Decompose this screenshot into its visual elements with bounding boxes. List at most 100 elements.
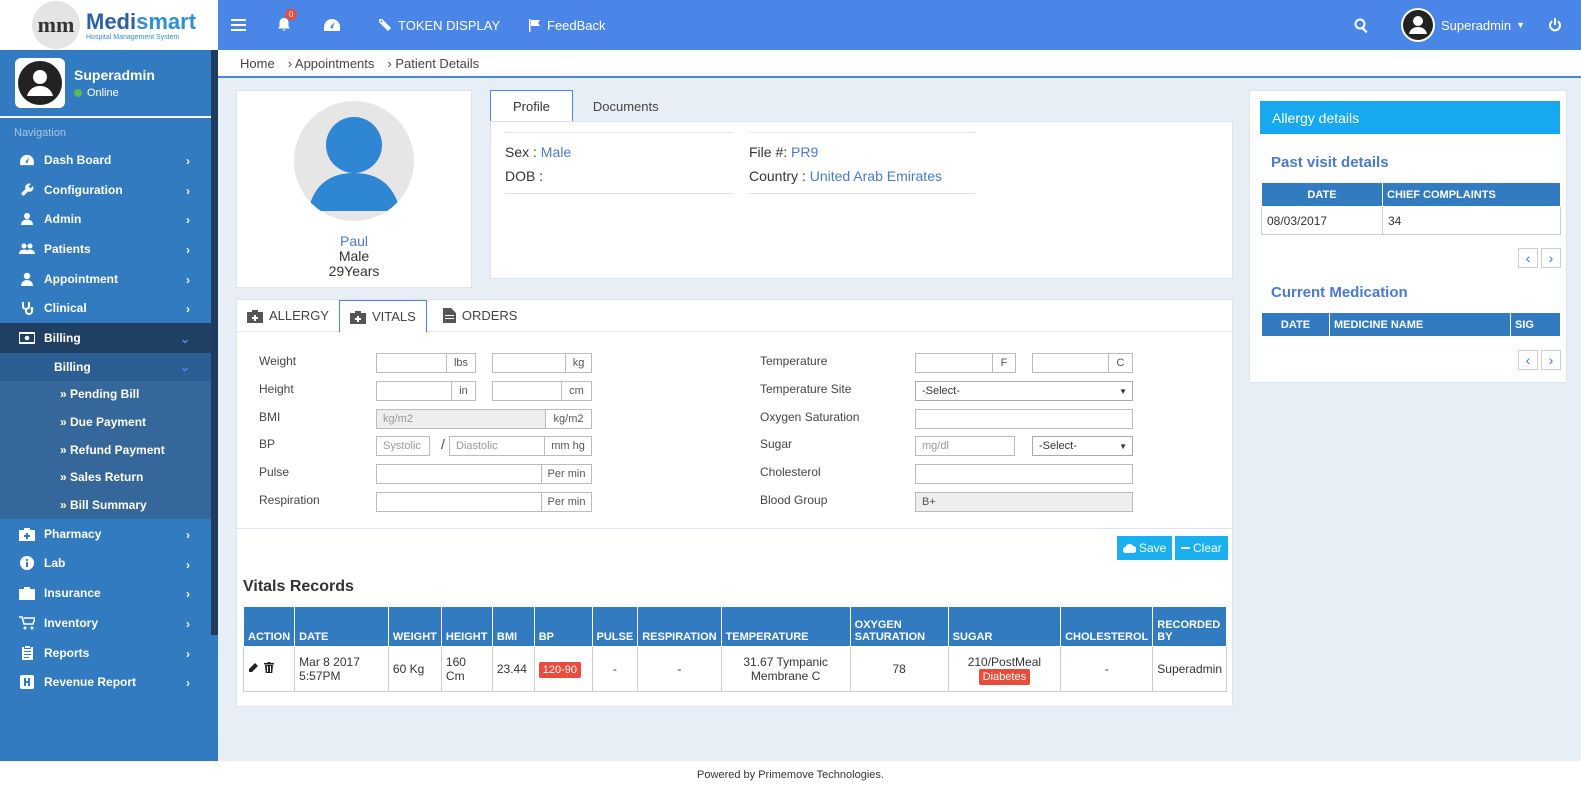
stethoscope-icon (18, 301, 36, 316)
user-avatar-icon (18, 61, 62, 105)
sidebar-scrollbar[interactable] (211, 50, 218, 635)
patient-name[interactable]: Paul (237, 233, 471, 249)
nav-pending-bill[interactable]: » Pending Bill (0, 380, 218, 409)
sugar-input[interactable]: mg/dl (915, 436, 1015, 456)
allergy-details-header[interactable]: Allergy details (1260, 101, 1560, 134)
tab-documents[interactable]: Documents (573, 90, 679, 122)
cell-cholesterol: - (1060, 646, 1154, 692)
cm-addon: cm (561, 381, 592, 401)
respiration-unit-addon: Per min (541, 492, 592, 512)
logo[interactable]: mm Medismart Hospital Management System (0, 0, 218, 50)
sidebar-avatar (15, 58, 65, 108)
patient-age: 29Years (328, 263, 380, 279)
nav-billing[interactable]: Billing ⌄ (0, 323, 218, 353)
nav-admin[interactable]: Admin › (0, 204, 218, 234)
nav-label: Navigation (14, 127, 66, 139)
nav-due-payment[interactable]: » Due Payment (0, 408, 218, 436)
nav-insurance[interactable]: Insurance › (0, 578, 218, 608)
chevron-right-icon: › (186, 617, 190, 631)
temperature-c-input[interactable] (1032, 353, 1109, 373)
respiration-label: Respiration (259, 493, 320, 507)
past-prev-button[interactable]: ‹ (1518, 248, 1538, 268)
tab-orders[interactable]: ORDERS (433, 300, 528, 331)
pulse-label: Pulse (259, 465, 290, 479)
height-in-input[interactable] (376, 381, 452, 401)
chevron-right-icon: › (186, 587, 190, 602)
cholesterol-input[interactable] (915, 464, 1133, 484)
chevron-right-icon: › (186, 302, 190, 317)
trash-icon[interactable] (264, 662, 275, 676)
nav-lab[interactable]: Lab › (0, 549, 218, 579)
nav-clinical[interactable]: Clinical › (0, 293, 218, 323)
systolic-input[interactable]: Systolic (376, 436, 430, 456)
nav-bill-summary[interactable]: » Bill Summary (0, 491, 218, 519)
pulse-input[interactable] (376, 464, 542, 484)
diastolic-input[interactable]: Diastolic (449, 436, 545, 456)
save-button[interactable]: Save (1117, 536, 1173, 560)
notification-bell-icon[interactable]: 0 (276, 0, 298, 50)
table-row: Mar 8 2017 5:57PM 60 Kg 160 Cm 23.44 120… (242, 646, 1227, 692)
med-next-button[interactable]: › (1541, 350, 1561, 370)
sugar-type-select[interactable]: -Select- (1032, 436, 1133, 456)
tab-vitals[interactable]: VITALS (338, 300, 427, 333)
breadcrumb-appointments[interactable]: › Appointments (288, 56, 375, 71)
tab-allergy[interactable]: ALLERGY (237, 300, 339, 331)
cell-sugar: 210/PostMeal Diabetes (947, 646, 1062, 692)
flag-icon (529, 18, 540, 32)
weight-kg-input[interactable] (492, 353, 566, 373)
right-panel: Allergy details Past visit details DATE … (1249, 90, 1567, 383)
height-cm-input[interactable] (492, 381, 562, 401)
respiration-input[interactable] (376, 492, 542, 512)
status-dot-icon (74, 89, 82, 97)
nav-dashboard[interactable]: Dash Board › (0, 145, 218, 175)
bp-separator: / (441, 436, 445, 452)
bp-label: BP (259, 437, 276, 451)
nav-patients[interactable]: Patients › (0, 234, 218, 264)
temperature-f-input[interactable] (915, 353, 993, 373)
tab-profile[interactable]: Profile (490, 90, 573, 122)
users-icon (18, 242, 36, 256)
clipboard-icon (18, 645, 36, 660)
nav-sub-billing[interactable]: Billing ⌄ (0, 352, 218, 381)
feedback-link[interactable]: FeedBack (528, 0, 606, 50)
nav-revenue-report[interactable]: Revenue Report › (0, 667, 218, 697)
bmi-input[interactable]: kg/m2 (376, 409, 546, 429)
cell-bp: 120-90 (533, 646, 593, 692)
breadcrumb-home[interactable]: Home (240, 56, 275, 71)
blood-group-input[interactable]: B+ (915, 492, 1133, 512)
kg-addon: kg (565, 353, 592, 373)
token-display-link[interactable]: TOKEN DISPLAY (378, 0, 500, 50)
nav-refund-payment[interactable]: » Refund Payment (0, 435, 218, 464)
dashboard-gauge-icon[interactable] (323, 0, 341, 50)
temperature-site-select[interactable]: -Select- (915, 381, 1133, 401)
vitals-panel: ALLERGY VITALS ORDERS Weight Height BMI … (236, 299, 1234, 707)
nav-appointment[interactable]: Appointment › (0, 264, 218, 294)
col-med-date: DATE (1261, 312, 1330, 337)
nav-configuration[interactable]: Configuration › (0, 175, 218, 205)
chevron-right-icon: › (186, 646, 190, 661)
edit-pencil-icon[interactable] (248, 662, 258, 676)
chevron-down-icon: ⌄ (179, 359, 190, 374)
weight-lbs-input[interactable] (376, 353, 447, 373)
power-icon[interactable] (1548, 0, 1562, 50)
in-addon: in (451, 381, 476, 401)
nav-sales-return[interactable]: » Sales Return (0, 463, 218, 492)
clear-button[interactable]: Clear (1175, 536, 1228, 560)
temperature-label: Temperature (760, 354, 828, 368)
nav-inventory[interactable]: Inventory › (0, 608, 218, 638)
user-menu[interactable]: Superadmin ▼ (1401, 0, 1525, 50)
nav-pharmacy[interactable]: Pharmacy › (0, 519, 218, 549)
med-prev-button[interactable]: ‹ (1518, 350, 1538, 370)
sex-row: Sex : Male (505, 144, 572, 160)
oxygen-input[interactable] (915, 409, 1133, 429)
notification-count: 0 (285, 9, 298, 20)
search-icon[interactable] (1354, 0, 1369, 50)
nav-reports[interactable]: Reports › (0, 638, 218, 668)
menu-toggle-icon[interactable] (231, 0, 246, 50)
shopping-cart-icon (18, 616, 36, 630)
col-sugar: SUGAR (947, 606, 1062, 647)
chevron-right-icon: › (186, 272, 190, 287)
chevron-right-icon: › (186, 676, 190, 691)
past-next-button[interactable]: › (1541, 248, 1561, 268)
medkit-icon (247, 309, 263, 323)
